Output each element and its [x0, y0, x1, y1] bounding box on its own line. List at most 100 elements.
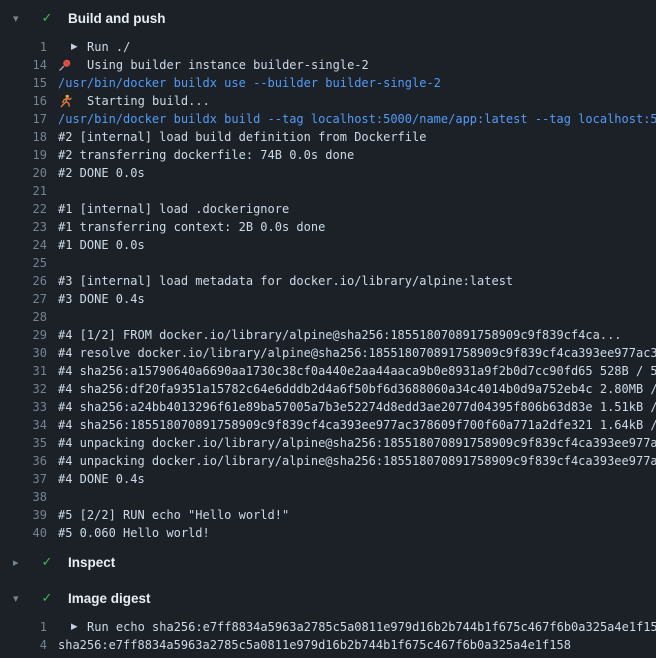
log-text: #1 DONE 0.0s: [58, 238, 145, 252]
log-text: #1 [internal] load .dockerignore: [58, 202, 289, 216]
log-line: 26#3 [internal] load metadata for docker…: [0, 272, 656, 290]
log-text: sha256:e7ff8834a5963a2785c5a0811e979d16b…: [58, 638, 571, 652]
log-line: 1 ▶Run echo sha256:e7ff8834a5963a2785c5a0…: [0, 618, 656, 636]
line-number[interactable]: 38: [0, 490, 47, 504]
line-number[interactable]: 1: [0, 620, 47, 634]
log-line: 32 #4 sha256:df20fa9351a15782c64e6dddb2d4…: [0, 380, 656, 398]
log-line: 15/usr/bin/docker buildx use --builder b…: [0, 74, 656, 92]
log-text: #5 0.060 Hello world!: [58, 526, 210, 540]
expand-run-chevron-icon[interactable]: ▶: [58, 43, 87, 52]
log-section-build-and-push: ▾ ✓ Build and push 1 ▶Run ./ 14 Using builder …: [0, 0, 656, 544]
line-number[interactable]: 21: [0, 184, 47, 198]
line-number[interactable]: 16: [0, 94, 47, 108]
line-number[interactable]: 40: [0, 526, 47, 540]
log-text: #2 DONE 0.0s: [58, 166, 145, 180]
chevron-down-icon[interactable]: ▾: [13, 593, 28, 604]
log-line: 16 Starting build...: [0, 92, 656, 110]
log-text: Using builder instance builder-single-2: [87, 58, 369, 72]
line-number[interactable]: 14: [0, 58, 47, 72]
line-number[interactable]: 36: [0, 454, 47, 468]
line-number[interactable]: 31: [0, 364, 47, 378]
log-text: /usr/bin/docker buildx use --builder bui…: [58, 76, 441, 90]
line-number[interactable]: 19: [0, 148, 47, 162]
log-text: #4 sha256:a24bb4013296f61e89ba57005a7b3e…: [58, 400, 656, 414]
line-number[interactable]: 30: [0, 346, 47, 360]
log-line: 34#4 sha256:185518070891758909c9f839cf4c…: [0, 416, 656, 434]
log-line: 30#4 resolve docker.io/library/alpine@sh…: [0, 344, 656, 362]
log-text: #5 [2/2] RUN echo "Hello world!": [58, 508, 289, 522]
line-number[interactable]: 34: [0, 418, 47, 432]
line-number[interactable]: 33: [0, 400, 47, 414]
log-text: #3 DONE 0.4s: [58, 292, 145, 306]
section-header-inspect[interactable]: ▸ ✓ Inspect: [0, 544, 656, 580]
log-line: 22 #1 [internal] load .dockerignore: [0, 200, 656, 218]
check-icon: ✓: [39, 556, 55, 569]
section-title: Build and push: [68, 11, 166, 26]
workflow-log-viewer: ▾✓Build and push1▶Run ./14Using builder …: [0, 0, 656, 656]
line-number[interactable]: 26: [0, 274, 47, 288]
line-number[interactable]: 20: [0, 166, 47, 180]
log-text: Starting build...: [87, 94, 210, 108]
line-number[interactable]: 32: [0, 382, 47, 396]
log-line: 28: [0, 308, 656, 326]
log-line: 25: [0, 254, 656, 272]
expand-run-chevron-icon[interactable]: ▶: [58, 623, 87, 632]
log-line: 39 #5 [2/2] RUN echo "Hello world!": [0, 506, 656, 524]
section-lines: 1 ▶Run ./ 14 Using builder instance builder…: [0, 36, 656, 544]
line-number[interactable]: 15: [0, 76, 47, 90]
line-number[interactable]: 1: [0, 40, 47, 54]
log-line: 1 ▶Run ./: [0, 38, 656, 56]
line-number[interactable]: 25: [0, 256, 47, 270]
check-icon: ✓: [39, 12, 55, 25]
log-text: #1 transferring context: 2B 0.0s done: [58, 220, 325, 234]
log-text: Run ./: [87, 40, 130, 54]
log-text: #4 unpacking docker.io/library/alpine@sh…: [58, 454, 656, 468]
line-number[interactable]: 24: [0, 238, 47, 252]
log-line: 23 #1 transferring context: 2B 0.0s done: [0, 218, 656, 236]
line-number[interactable]: 28: [0, 310, 47, 324]
log-line: 14 Using builder instance builder-single-…: [0, 56, 656, 74]
section-lines: 1 ▶Run echo sha256:e7ff8834a5963a2785c5a0…: [0, 616, 656, 656]
line-number[interactable]: 22: [0, 202, 47, 216]
log-line: 20 #2 DONE 0.0s: [0, 164, 656, 182]
section-title: Inspect: [68, 555, 115, 570]
log-section-inspect: ▸ ✓ Inspect: [0, 544, 656, 580]
log-text: Run echo sha256:e7ff8834a5963a2785c5a081…: [87, 620, 656, 634]
log-text: /usr/bin/docker buildx build --tag local…: [58, 112, 656, 126]
section-header-image-digest[interactable]: ▾✓Image digest: [0, 580, 656, 616]
log-line: 31 #4 sha256:a15790640a6690aa1730c38cf0a4…: [0, 362, 656, 380]
log-text: #4 DONE 0.4s: [58, 472, 145, 486]
log-line: 27 #3 DONE 0.4s: [0, 290, 656, 308]
runner-icon: [58, 94, 87, 108]
line-number[interactable]: 17: [0, 112, 47, 126]
check-icon: ✓: [39, 592, 55, 605]
chevron-right-icon[interactable]: ▸: [13, 557, 28, 568]
log-line: 18 #2 [internal] load build definition fr…: [0, 128, 656, 146]
line-number[interactable]: 29: [0, 328, 47, 342]
pushpin-icon: [58, 58, 87, 72]
log-line: 21: [0, 182, 656, 200]
log-text: #4 sha256:df20fa9351a15782c64e6dddb2d4a6…: [58, 382, 656, 396]
log-line: 40 #5 0.060 Hello world!: [0, 524, 656, 542]
log-line: 29 #4 [1/2] FROM docker.io/library/alpine…: [0, 326, 656, 344]
log-text: #2 [internal] load build definition from…: [58, 130, 426, 144]
line-number[interactable]: 27: [0, 292, 47, 306]
log-section-image-digest: ▾✓Image digest1▶Run echo sha256:e7ff8834…: [0, 580, 656, 656]
line-number[interactable]: 37: [0, 472, 47, 486]
chevron-down-icon[interactable]: ▾: [13, 13, 28, 24]
line-number[interactable]: 35: [0, 436, 47, 450]
section-header-build-and-push[interactable]: ▾ ✓ Build and push: [0, 0, 656, 36]
log-text: #4 unpacking docker.io/library/alpine@sh…: [58, 436, 656, 450]
line-number[interactable]: 4: [0, 638, 47, 652]
line-number[interactable]: 18: [0, 130, 47, 144]
line-number[interactable]: 23: [0, 220, 47, 234]
log-line: 19#2 transferring dockerfile: 74B 0.0s d…: [0, 146, 656, 164]
log-line: 35 #4 unpacking docker.io/library/alpine@…: [0, 434, 656, 452]
log-text: #4 [1/2] FROM docker.io/library/alpine@s…: [58, 328, 622, 342]
log-line: 17/usr/bin/docker buildx build --tag loc…: [0, 110, 656, 128]
line-number[interactable]: 39: [0, 508, 47, 522]
log-line: 33 #4 sha256:a24bb4013296f61e89ba57005a7b…: [0, 398, 656, 416]
log-line: 36 #4 unpacking docker.io/library/alpine@…: [0, 452, 656, 470]
log-text: #4 sha256:a15790640a6690aa1730c38cf0a440…: [58, 364, 656, 378]
log-line: 24 #1 DONE 0.0s: [0, 236, 656, 254]
